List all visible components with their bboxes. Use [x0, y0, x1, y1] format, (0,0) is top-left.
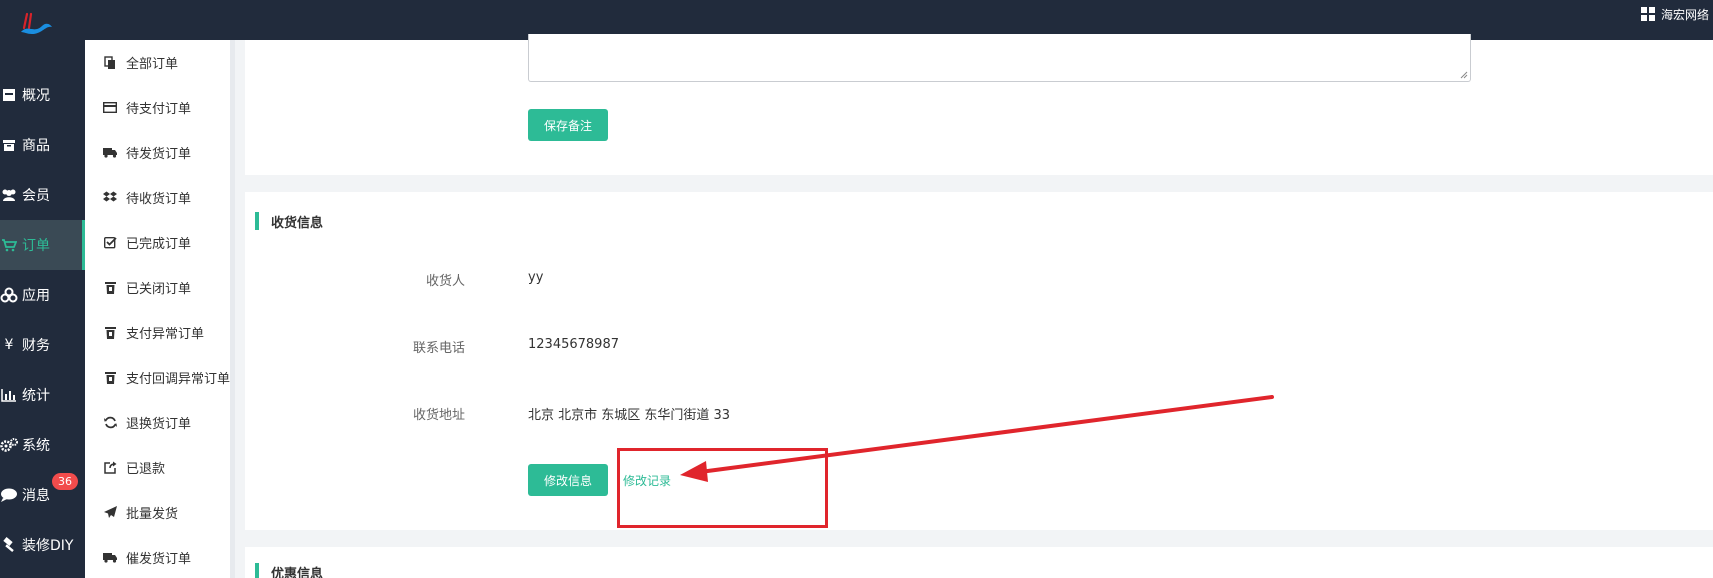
annotation-highlight-box [617, 448, 828, 528]
users-icon [0, 186, 18, 204]
receiver-info-card: 收货信息 收货人 yy 联系电话 12345678987 收货地址 北京 北京市… [245, 192, 1713, 530]
submenu-item-label: 支付回调异常订单 [126, 372, 231, 387]
submenu-item-all-orders[interactable]: 全部订单 [85, 40, 235, 85]
nav-item-label: 系统 [22, 438, 50, 454]
submenu-item-label: 已完成订单 [126, 237, 192, 252]
nav-item-system[interactable]: 系统 [0, 420, 85, 470]
truck-icon [102, 552, 118, 563]
main-content: 保存备注 收货信息 收货人 yy 联系电话 12345678987 收货地址 北… [245, 34, 1713, 578]
submenu-item-label: 待收货订单 [126, 192, 192, 207]
truck-icon [102, 147, 118, 158]
refresh-icon [102, 416, 118, 429]
nav-item-label: 装修DIY [22, 538, 74, 554]
submenu-item-urge-shipping[interactable]: 催发货订单 [85, 535, 235, 578]
resize-handle-icon[interactable] [1460, 71, 1468, 79]
receiver-address-value: 北京 北京市 东城区 东华门街道 33 [528, 408, 731, 423]
discount-info-card: 优惠信息 [245, 547, 1713, 578]
receiver-name-label: 收货人 [425, 274, 465, 289]
nav-item-label: 概况 [22, 88, 50, 104]
submenu-item-label: 退换货订单 [126, 417, 192, 432]
cart-icon [0, 236, 18, 254]
receiver-name-value: yy [528, 270, 544, 285]
grid-icon [1640, 7, 1655, 21]
submenu-item-label: 批量发货 [126, 507, 179, 522]
chat-icon [0, 486, 18, 504]
nav-item-statistics[interactable]: 统计 [0, 370, 85, 420]
remark-textarea[interactable] [528, 34, 1471, 82]
nav-item-finance[interactable]: ¥ 财务 [0, 320, 85, 370]
remark-card: 保存备注 [245, 34, 1713, 175]
submenu-item-label: 已关闭订单 [126, 282, 192, 297]
unread-badge: 36 [52, 473, 78, 490]
submenu-item-payment-exception[interactable]: 支付异常订单 [85, 310, 235, 355]
nav-item-label: 消息 [22, 488, 50, 504]
logo-mark[interactable] [18, 12, 54, 38]
section-title-receiver: 收货信息 [255, 212, 323, 231]
submenu-item-label: 待支付订单 [126, 102, 192, 117]
submenu-item-completed[interactable]: 已完成订单 [85, 220, 235, 265]
brand-link[interactable]: 海宏网络 [1640, 4, 1713, 24]
dashboard-icon [0, 86, 18, 104]
submenu-item-returns[interactable]: 退换货订单 [85, 400, 235, 445]
submenu-item-callback-exception[interactable]: 支付回调异常订单 [85, 355, 235, 400]
submenu-item-pending-shipment[interactable]: 待发货订单 [85, 130, 235, 175]
trash-icon [102, 326, 118, 339]
order-submenu: 全部订单 待支付订单 待发货订单 待收货订单 已完成订单 已关闭订单 支付异常订… [85, 40, 235, 578]
edit-info-button[interactable]: 修改信息 [528, 464, 608, 496]
receiver-phone-value: 12345678987 [528, 337, 619, 352]
nav-item-label: 会员 [22, 188, 50, 204]
submenu-item-label: 待发货订单 [126, 147, 192, 162]
nav-item-messages[interactable]: 消息 36 [0, 470, 85, 520]
nav-item-apps[interactable]: 应用 [0, 270, 85, 320]
yen-icon: ¥ [4, 337, 14, 353]
credit-card-icon [102, 102, 118, 113]
receiver-phone-label: 联系电话 [412, 341, 465, 356]
hammer-icon [0, 536, 18, 554]
submenu-item-label: 支付异常订单 [126, 327, 205, 342]
nav-item-goods[interactable]: 商品 [0, 120, 85, 170]
trash-icon [102, 281, 118, 294]
submenu-item-label: 已退款 [126, 462, 166, 477]
nav-item-label: 财务 [22, 338, 50, 354]
brand-label: 海宏网络 [1660, 7, 1709, 22]
nav-item-label: 商品 [22, 138, 50, 154]
section-title-discount: 优惠信息 [255, 563, 323, 578]
nav-item-members[interactable]: 会员 [0, 170, 85, 220]
submenu-item-batch-shipping[interactable]: 批量发货 [85, 490, 235, 535]
receiver-address-label: 收货地址 [412, 408, 465, 423]
nav-item-label: 订单 [22, 238, 50, 254]
copy-icon [102, 55, 118, 70]
share-icon [102, 461, 118, 474]
submenu-item-label: 全部订单 [126, 57, 179, 72]
gears-icon [0, 436, 18, 454]
nav-item-overview[interactable]: 概况 [0, 70, 85, 120]
submenu-item-label: 催发货订单 [126, 552, 192, 567]
dropbox-icon [102, 191, 118, 204]
nav-item-label: 统计 [22, 388, 50, 404]
submenu-item-refunded[interactable]: 已退款 [85, 445, 235, 490]
nav-item-orders[interactable]: 订单 [0, 220, 85, 270]
submenu-item-pending-payment[interactable]: 待支付订单 [85, 85, 235, 130]
nav-item-label: 应用 [22, 288, 50, 304]
save-remark-button[interactable]: 保存备注 [528, 109, 608, 141]
paper-plane-icon [102, 506, 118, 519]
cubes-icon [0, 286, 18, 304]
bar-chart-icon [0, 386, 18, 404]
check-square-icon [102, 236, 118, 249]
submenu-item-closed[interactable]: 已关闭订单 [85, 265, 235, 310]
submenu-item-pending-receipt[interactable]: 待收货订单 [85, 175, 235, 220]
nav-item-decoration[interactable]: 装修DIY [0, 520, 85, 570]
trash-icon [102, 371, 118, 384]
main-nav: 概况 商品 会员 订单 应用 ¥ 财务 统计 系统 消息 36 装修DIY [0, 40, 85, 578]
box-icon [0, 136, 18, 154]
